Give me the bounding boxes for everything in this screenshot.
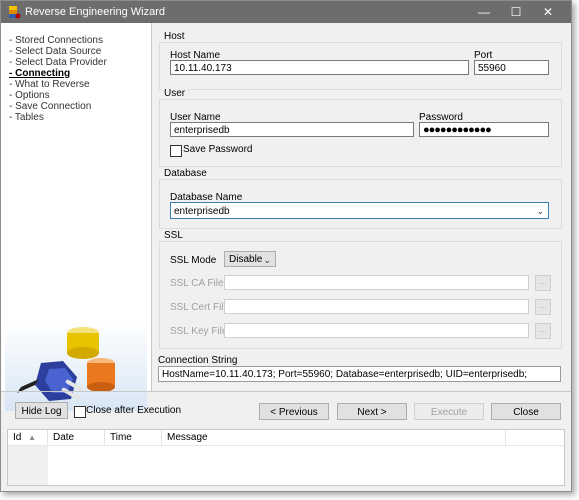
log-id-column-body: [8, 446, 48, 485]
host-group-title: Host: [162, 31, 187, 42]
step-connecting[interactable]: - Connecting: [9, 68, 107, 79]
app-plug-icon: [9, 6, 21, 19]
host-name-input[interactable]: 10.11.40.173: [170, 60, 469, 75]
close-window-button[interactable]: ✕: [533, 1, 563, 23]
database-name-value: enterprisedb: [174, 206, 230, 217]
log-column-message[interactable]: Message: [162, 430, 506, 445]
user-name-input[interactable]: enterprisedb: [170, 122, 414, 137]
step-select-data-provider[interactable]: - Select Data Provider: [9, 57, 107, 68]
step-select-data-source[interactable]: - Select Data Source: [9, 46, 107, 57]
ssl-mode-label: SSL Mode: [170, 255, 217, 266]
execute-button: Execute: [414, 403, 484, 420]
ssl-key-input[interactable]: [224, 323, 529, 338]
title-bar[interactable]: Reverse Engineering Wizard — ☐ ✕: [1, 1, 571, 23]
footer-separator: [1, 391, 571, 392]
port-input[interactable]: 55960: [474, 60, 549, 75]
wizard-steps-sidebar: - Stored Connections - Select Data Sourc…: [1, 23, 152, 411]
ssl-key-browse-button[interactable]: ...: [535, 323, 551, 339]
database-group-title: Database: [162, 168, 209, 179]
log-grid[interactable]: Id ▲ Date Time Message: [7, 429, 565, 486]
database-plug-illustration: [5, 321, 147, 411]
close-button[interactable]: Close: [491, 403, 561, 420]
ssl-group: SSL SSL Mode Disable ⌄ SSL CA File ... S…: [159, 230, 562, 349]
hide-log-button[interactable]: Hide Log: [15, 402, 68, 419]
ssl-cert-browse-button[interactable]: ...: [535, 299, 551, 315]
chevron-down-icon[interactable]: ⌄: [536, 203, 544, 218]
next-button[interactable]: Next >: [337, 403, 407, 420]
sort-ascending-icon: ▲: [28, 433, 37, 442]
step-what-to-reverse[interactable]: - What to Reverse: [9, 79, 107, 90]
database-name-combobox[interactable]: enterprisedb ⌄: [170, 202, 549, 219]
ssl-ca-browse-button[interactable]: ...: [535, 275, 551, 291]
window-title: Reverse Engineering Wizard: [25, 6, 166, 18]
password-input[interactable]: ●●●●●●●●●●●●: [419, 122, 549, 137]
database-group: Database Database Name enterprisedb ⌄: [159, 168, 562, 229]
log-column-time[interactable]: Time: [105, 430, 162, 445]
ssl-cert-input[interactable]: [224, 299, 529, 314]
step-tables[interactable]: - Tables: [9, 112, 107, 123]
step-stored-connections[interactable]: - Stored Connections: [9, 35, 107, 46]
close-after-execution-checkbox[interactable]: [74, 406, 86, 418]
user-group-title: User: [162, 88, 188, 99]
connection-string-input[interactable]: HostName=10.11.40.173; Port=55960; Datab…: [158, 366, 561, 382]
close-after-execution-label: Close after Execution: [86, 405, 182, 416]
wizard-window: Reverse Engineering Wizard — ☐ ✕ - Store…: [0, 0, 572, 492]
step-list: - Stored Connections - Select Data Sourc…: [9, 35, 107, 123]
host-group: Host Host Name 10.11.40.173 Port 55960: [159, 31, 562, 90]
ssl-cert-label: SSL Cert File: [170, 302, 230, 313]
ssl-ca-label: SSL CA File: [170, 278, 224, 289]
user-group: User User Name enterprisedb Password ●●●…: [159, 88, 562, 167]
minimize-button[interactable]: —: [469, 1, 499, 23]
connection-string-label: Connection String: [158, 355, 238, 366]
chevron-down-icon: ⌄: [263, 255, 271, 265]
database-plug-icon: [17, 327, 115, 401]
ssl-mode-select[interactable]: Disable ⌄: [224, 251, 276, 267]
ssl-key-label: SSL Key File: [170, 326, 228, 337]
maximize-button[interactable]: ☐: [501, 1, 531, 23]
log-column-date[interactable]: Date: [48, 430, 105, 445]
log-header-row: Id ▲ Date Time Message: [8, 430, 564, 446]
previous-button[interactable]: < Previous: [259, 403, 329, 420]
ssl-mode-value: Disable: [229, 254, 263, 265]
ssl-ca-input[interactable]: [224, 275, 529, 290]
step-options[interactable]: - Options: [9, 90, 107, 101]
log-column-id[interactable]: Id ▲: [8, 430, 48, 445]
save-password-checkbox[interactable]: [170, 145, 182, 157]
ssl-group-title: SSL: [162, 230, 185, 241]
save-password-label: Save Password: [183, 144, 253, 155]
step-save-connection[interactable]: - Save Connection: [9, 101, 107, 112]
